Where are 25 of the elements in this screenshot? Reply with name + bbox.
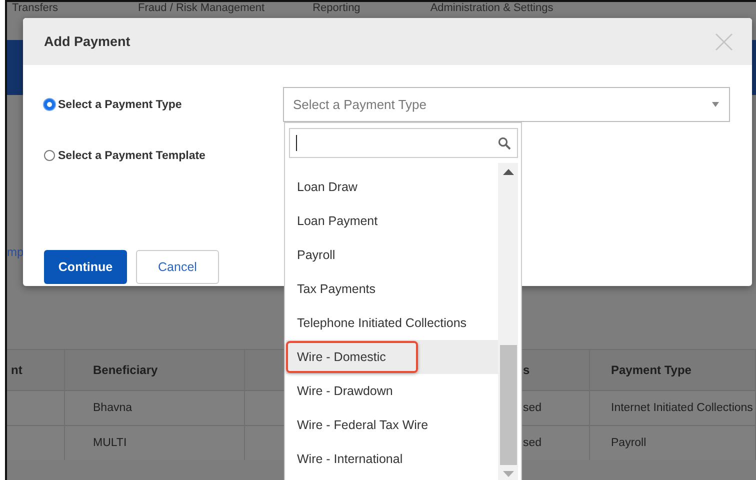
- search-field[interactable]: [289, 128, 518, 158]
- table-cell: Payroll: [590, 426, 756, 460]
- dropdown-option[interactable]: Loan Draw: [286, 170, 498, 204]
- caret-icon: [712, 102, 719, 107]
- continue-button[interactable]: Continue: [44, 250, 127, 284]
- dropdown-option[interactable]: Tax Payments: [286, 272, 498, 306]
- dropdown-option[interactable]: Telephone Initiated Collections: [286, 306, 498, 340]
- scroll-up-icon[interactable]: [502, 169, 514, 175]
- search-icon: [498, 136, 511, 150]
- dropdown-option[interactable]: Loan Payment: [286, 204, 498, 238]
- radio-selected-icon[interactable]: [44, 99, 55, 110]
- dropdown-option[interactable]: Wire - Domestic: [286, 340, 498, 374]
- scrollbar[interactable]: [498, 163, 518, 480]
- radio-option[interactable]: Select a Payment Template: [44, 150, 283, 162]
- close-icon[interactable]: [715, 32, 733, 50]
- radio-icon[interactable]: [44, 150, 55, 161]
- cancel-button[interactable]: Cancel: [136, 250, 219, 284]
- dropdown-option[interactable]: Payroll: [286, 238, 498, 272]
- dialog-title: Add Payment: [44, 34, 130, 49]
- table-cell: MULTI: [65, 426, 245, 460]
- payment-type-select[interactable]: Select a Payment Type: [283, 87, 730, 122]
- scroll-down-icon[interactable]: [502, 471, 514, 477]
- text-cursor: [296, 135, 297, 151]
- radio-option[interactable]: Select a Payment Type: [44, 98, 283, 110]
- scrollbar-thumb[interactable]: [500, 345, 516, 465]
